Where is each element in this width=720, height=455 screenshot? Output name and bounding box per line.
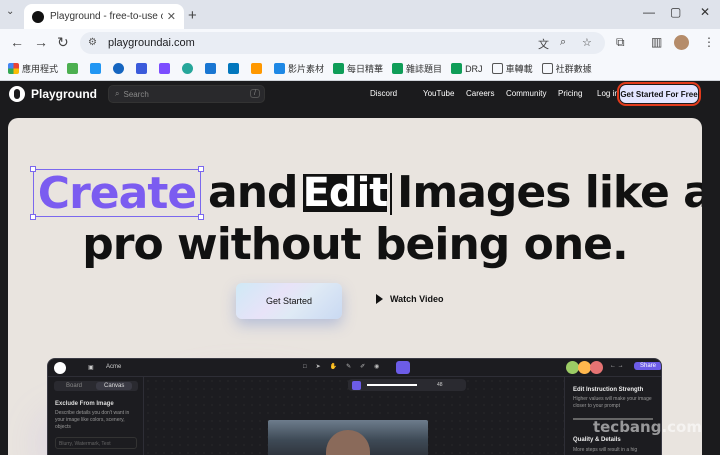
site-logo[interactable]: Playground: [9, 86, 97, 102]
nav-discord[interactable]: Discord: [370, 89, 423, 98]
back-icon[interactable]: ←: [10, 34, 24, 50]
quality-desc: More steps will result in a hig: [573, 447, 638, 453]
editor-left-panel: Board Canvas Exclude From Image Describe…: [48, 377, 144, 455]
browser-chrome: ⌄ Playground - free-to-use onli ✕ + — ▢ …: [0, 0, 720, 81]
bookmarks-bar: 應用程式 影片素材 每日精華 雜誌題目 DRJ 車轉載 社群數據: [0, 57, 720, 81]
brush-icon[interactable]: [352, 380, 361, 390]
nav-login[interactable]: Log in: [597, 89, 619, 98]
site-info-icon[interactable]: ⚙: [88, 37, 97, 48]
exclude-input[interactable]: Blurry, Watermark, Text: [55, 437, 137, 449]
bookmark-folder-social-data[interactable]: 社群數據: [541, 62, 592, 75]
bookmark-magazine-topics[interactable]: 雜誌題目: [392, 62, 442, 75]
tab-strip: ⌄ Playground - free-to-use onli ✕ + — ▢ …: [0, 0, 720, 29]
tab-title: Playground - free-to-use onli: [50, 11, 163, 22]
tab-board[interactable]: Board: [66, 383, 82, 389]
forward-icon[interactable]: →: [34, 34, 48, 50]
nav-youtube[interactable]: YouTube: [423, 89, 466, 98]
bookmark-icon-7[interactable]: [205, 63, 219, 74]
reload-icon[interactable]: ↻: [57, 34, 69, 51]
nav-pricing[interactable]: Pricing: [558, 89, 597, 98]
editor-canvas[interactable]: 48: [144, 377, 564, 455]
headline-line2: pro without being one.: [82, 219, 628, 270]
bookmark-icon-3[interactable]: [113, 63, 127, 74]
bookmark-icon-1[interactable]: [67, 63, 81, 74]
search-icon: ⌕: [115, 89, 120, 98]
watch-video-button[interactable]: Watch Video: [376, 294, 444, 304]
layout-icon[interactable]: ▣: [88, 364, 94, 371]
bookmark-icon-5[interactable]: [159, 63, 173, 74]
bookmark-icon-8[interactable]: [228, 63, 242, 74]
brush-size-slider[interactable]: [367, 384, 417, 386]
get-started-free-button[interactable]: Get Started For Free: [617, 82, 701, 106]
site-watermark: tecbang.com: [540, 360, 710, 440]
playground-logo-icon: [9, 86, 25, 102]
site-nav-links: Discord YouTube Careers Community Pricin…: [370, 89, 619, 98]
site-navbar: Playground ⌕ Search / Discord YouTube Ca…: [0, 81, 720, 107]
bookmark-video-assets[interactable]: 影片素材: [274, 62, 324, 75]
address-bar[interactable]: ⚙ playgroundai.com 文 ⌕ ☆: [80, 32, 605, 54]
extensions-icon[interactable]: ⧉: [616, 35, 625, 50]
window-close-icon[interactable]: ✕: [700, 5, 710, 19]
bookmark-apps[interactable]: 應用程式: [8, 62, 58, 75]
nav-community[interactable]: Community: [506, 89, 558, 98]
bookmark-icon-4[interactable]: [136, 63, 150, 74]
browser-toolbar: ← → ↻ ⚙ playgroundai.com 文 ⌕ ☆ ⧉ ▥ ⋮: [0, 29, 720, 57]
text-caret: [390, 173, 392, 215]
brush-controls[interactable]: 48: [348, 379, 466, 391]
tab-canvas[interactable]: Canvas: [96, 382, 133, 390]
translate-icon[interactable]: 文: [538, 36, 549, 52]
favicon-icon: [32, 10, 44, 23]
bookmark-daily-highlights[interactable]: 每日精華: [333, 62, 383, 75]
play-icon: [376, 294, 383, 304]
bookmark-folder-repost[interactable]: 車轉載: [491, 62, 533, 75]
site-search-input[interactable]: ⌕ Search /: [108, 85, 265, 103]
project-name: Acme: [106, 364, 122, 370]
tab-search-icon[interactable]: ⌄: [6, 6, 14, 17]
watermark-brand: tecbang.com: [592, 418, 702, 436]
browser-tab[interactable]: Playground - free-to-use onli ✕: [24, 4, 184, 29]
minimize-icon[interactable]: —: [643, 5, 655, 19]
headline-create: Create: [37, 167, 197, 219]
maximize-icon[interactable]: ▢: [670, 5, 681, 19]
new-tab-icon[interactable]: +: [188, 7, 197, 24]
active-tool-icon[interactable]: [396, 361, 410, 374]
hero-get-started-button[interactable]: Get Started: [236, 283, 342, 319]
close-tab-icon[interactable]: ✕: [167, 10, 176, 23]
side-panel-icon[interactable]: ▥: [651, 35, 662, 49]
bookmark-icon-9[interactable]: [251, 63, 265, 74]
bookmark-icon-2[interactable]: [90, 63, 104, 74]
headline-line1-rest: Images like a: [397, 167, 702, 218]
bookmark-icon-6[interactable]: [182, 63, 196, 74]
tool-icons[interactable]: □➤✋✎✐◉: [303, 363, 388, 370]
url-text: playgroundai.com: [108, 37, 195, 49]
zoom-icon[interactable]: ⌕: [560, 36, 566, 49]
portrait-image: [268, 420, 428, 455]
headline-edit: Edit: [302, 170, 389, 216]
nav-careers[interactable]: Careers: [466, 89, 506, 98]
editor-logo-icon: [54, 362, 66, 374]
bookmark-star-icon[interactable]: ☆: [582, 36, 592, 49]
menu-icon[interactable]: ⋮: [703, 35, 715, 49]
headline-and: and: [208, 167, 299, 218]
exclude-description: Describe details you don't want in your …: [55, 410, 130, 430]
brush-size-value: 48: [437, 382, 443, 388]
search-shortcut-key: /: [250, 89, 260, 98]
profile-avatar[interactable]: [674, 35, 689, 50]
bookmark-drj[interactable]: DRJ: [451, 63, 483, 74]
exclude-title: Exclude From Image: [55, 401, 114, 407]
